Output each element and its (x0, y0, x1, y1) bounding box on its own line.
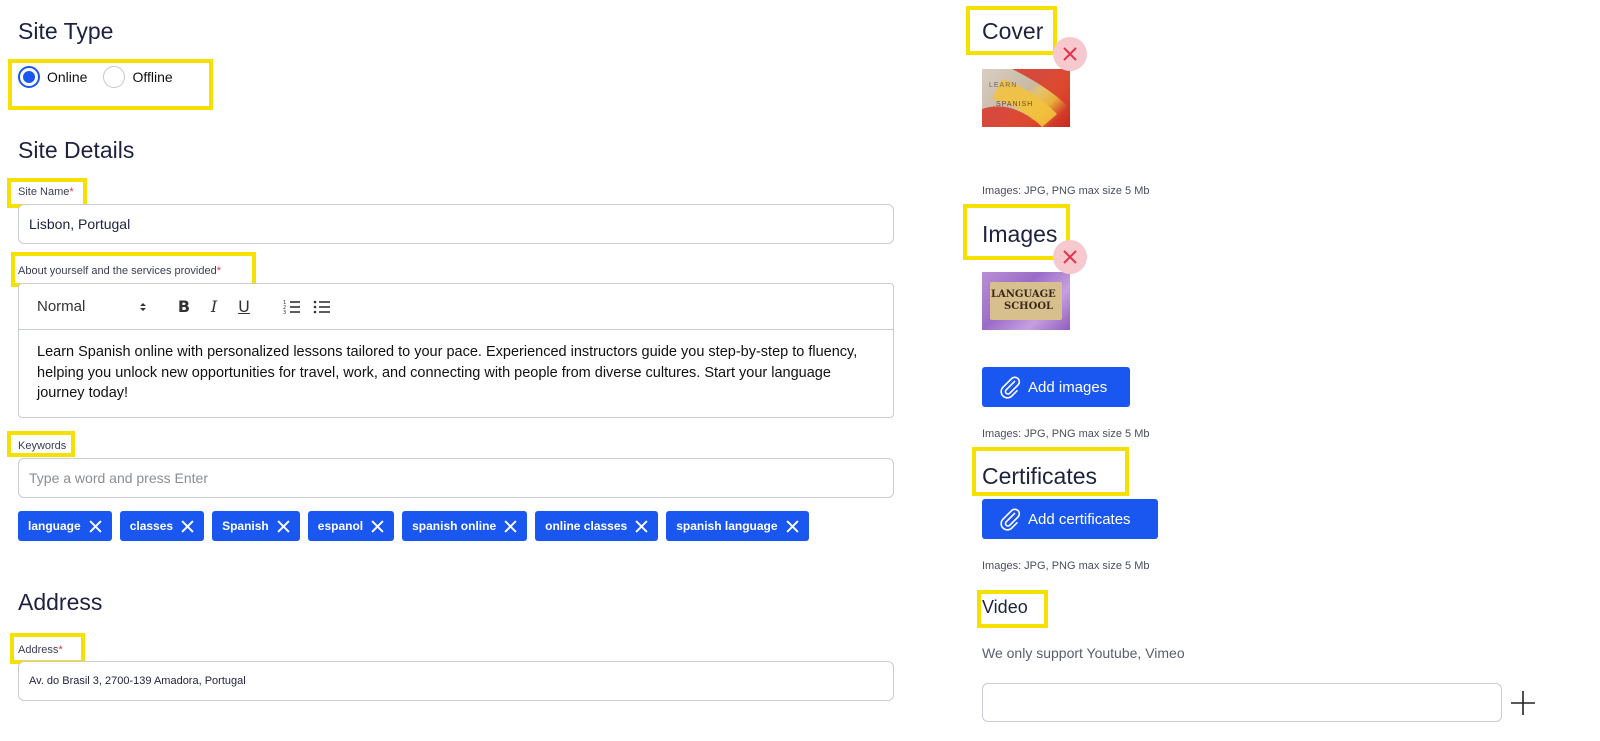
cover-thumb-text-bottom: SPANISH (996, 101, 1034, 108)
keyword-tag-label: spanish language (676, 519, 778, 533)
images-thumb-text-top: LANGUAGE (991, 289, 1056, 300)
cover-image-art (982, 69, 1070, 127)
keyword-tag: online classes (535, 511, 659, 541)
radio-offline-label: Offline (132, 69, 173, 85)
format-select-value: Normal (37, 298, 86, 315)
bold-button[interactable]: B (169, 297, 199, 316)
site-details-heading: Site Details (18, 137, 135, 163)
keyword-tag-label: classes (129, 519, 174, 533)
images-thumb-text-bottom: SCHOOL (1004, 301, 1054, 312)
add-images-button[interactable]: Add images (982, 367, 1130, 407)
keyword-tag-label: espanol (317, 519, 364, 533)
certificates-heading: Certificates (982, 463, 1098, 489)
keyword-tag: classes (119, 511, 205, 541)
close-icon (1063, 250, 1077, 264)
close-icon[interactable] (504, 519, 517, 533)
keyword-tag-label: language (28, 519, 81, 533)
ordered-list-icon[interactable]: 123 (277, 299, 307, 315)
keywords-input[interactable]: Type a word and press Enter (18, 458, 894, 498)
radio-offline-indicator[interactable] (103, 66, 126, 88)
required-asterisk: * (58, 644, 63, 656)
keyword-tag-label: online classes (545, 519, 628, 533)
bullet-list-icon[interactable] (307, 299, 337, 315)
radio-online[interactable]: Online (18, 66, 87, 88)
editor-content[interactable]: Learn Spanish online with personalized l… (19, 330, 893, 404)
add-video-button[interactable] (1510, 690, 1536, 716)
cover-thumb-text-top: LEARN (989, 82, 1018, 89)
keyword-tag: language (18, 511, 112, 541)
keyword-tag: Spanish (212, 511, 300, 541)
plus-icon (1511, 691, 1535, 715)
required-asterisk: * (69, 186, 74, 198)
keyword-tag: espanol (307, 511, 395, 541)
site-name-value: Lisbon, Portugal (29, 216, 131, 232)
close-icon[interactable] (371, 519, 384, 533)
format-select[interactable]: Normal (37, 298, 147, 315)
paperclip-icon (1000, 508, 1021, 531)
video-url-input[interactable] (982, 683, 1502, 722)
close-icon[interactable] (785, 519, 799, 533)
add-certificates-button[interactable]: Add certificates (982, 499, 1158, 539)
address-heading: Address (18, 589, 103, 615)
keyword-tag: spanish language (666, 511, 809, 541)
close-icon[interactable] (277, 519, 290, 533)
video-heading: Video (982, 597, 1028, 617)
address-label-text: Address (18, 644, 59, 656)
address-label: Address* (18, 644, 63, 656)
remove-cover-button[interactable] (1053, 37, 1087, 71)
address-value: Av. do Brasil 3, 2700-139 Amadora, Portu… (29, 675, 246, 687)
site-type-heading: Site Type (18, 18, 114, 44)
cover-thumbnail: LEARN SPANISH (982, 69, 1070, 127)
images-heading: Images (982, 221, 1058, 247)
keyword-tag-list: language classes Spanish espanol spanish… (18, 511, 809, 541)
italic-button[interactable]: I (199, 297, 229, 316)
radio-offline[interactable]: Offline (103, 66, 173, 88)
site-name-label: Site Name* (18, 186, 74, 198)
add-images-label: Add images (1028, 378, 1108, 396)
select-updown-icon (139, 301, 147, 313)
close-icon[interactable] (635, 519, 648, 533)
editor-toolbar: Normal B I U 123 (19, 284, 893, 330)
address-input[interactable]: Av. do Brasil 3, 2700-139 Amadora, Portu… (18, 661, 894, 701)
about-label-text: About yourself and the services provided (18, 265, 217, 277)
images-hint: Images: JPG, PNG max size 5 Mb (982, 428, 1150, 440)
images-thumbnail: LANGUAGE SCHOOL (982, 272, 1070, 330)
cover-heading: Cover (982, 18, 1044, 44)
keyword-tag-label: Spanish (222, 519, 269, 533)
close-icon[interactable] (181, 519, 194, 533)
close-icon[interactable] (89, 519, 102, 533)
paperclip-icon (1000, 376, 1021, 399)
add-certificates-label: Add certificates (1028, 510, 1131, 528)
required-asterisk: * (216, 265, 222, 277)
about-label: About yourself and the services provided… (18, 265, 221, 277)
radio-online-label: Online (47, 69, 88, 85)
about-rich-text-editor: Normal B I U 123 Learn Spanish online wi… (18, 283, 894, 418)
close-icon (1063, 47, 1077, 61)
site-name-input[interactable]: Lisbon, Portugal (18, 204, 894, 244)
video-note: We only support Youtube, Vimeo (982, 645, 1185, 661)
keywords-placeholder: Type a word and press Enter (29, 470, 208, 486)
site-type-radio-group: Online Offline (18, 66, 173, 88)
radio-online-indicator[interactable] (18, 66, 40, 88)
keyword-tag: spanish online (402, 511, 528, 541)
keywords-label: Keywords (18, 440, 67, 452)
keyword-tag-label: spanish online (412, 519, 497, 533)
underline-button[interactable]: U (229, 297, 259, 316)
remove-image-button[interactable] (1053, 240, 1087, 274)
site-name-label-text: Site Name (18, 186, 70, 198)
certificates-hint: Images: JPG, PNG max size 5 Mb (982, 560, 1150, 572)
cover-hint: Images: JPG, PNG max size 5 Mb (982, 185, 1150, 197)
svg-text:3: 3 (283, 310, 286, 315)
